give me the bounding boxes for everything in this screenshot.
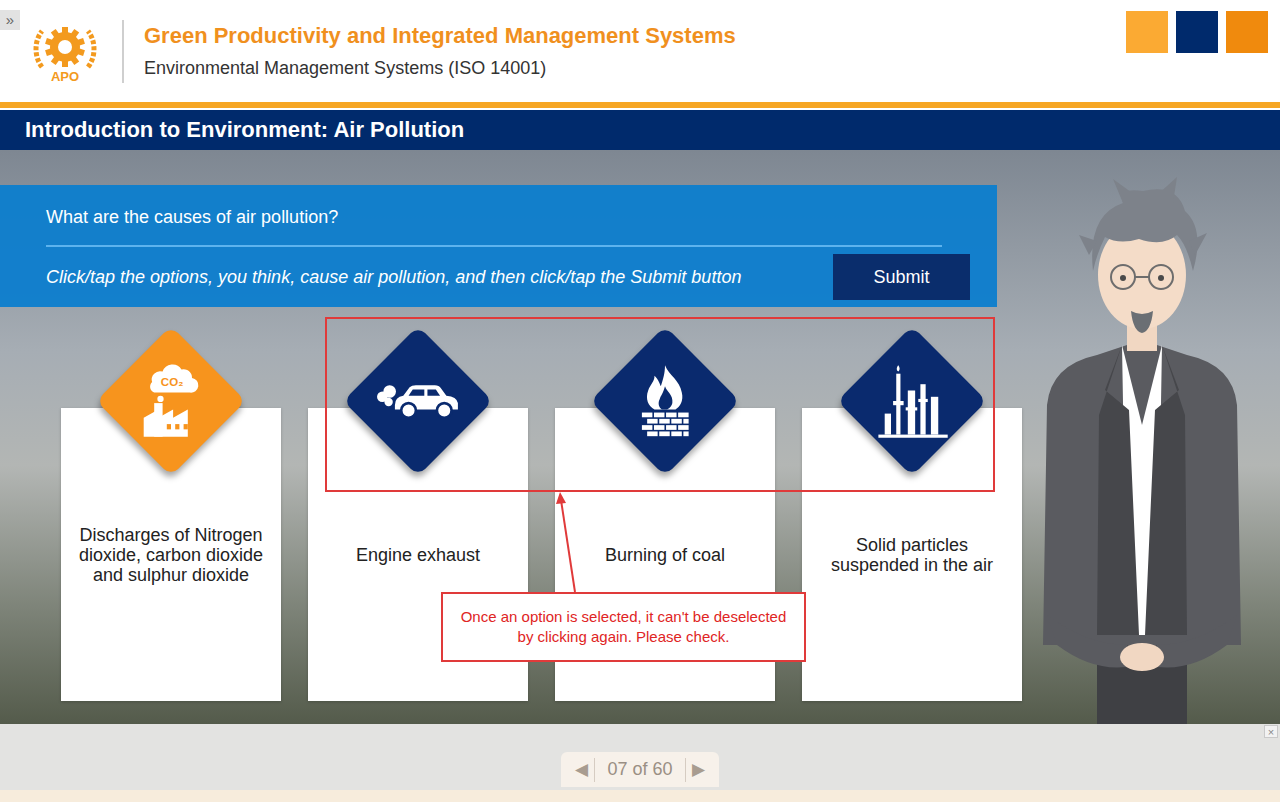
- option-diamond[interactable]: [343, 326, 493, 476]
- svg-text:CO₂: CO₂: [161, 376, 183, 388]
- option-label: Solid particles suspended in the air: [818, 535, 1006, 575]
- decor-square: [1126, 11, 1168, 53]
- instruction-row: Click/tap the options, you think, cause …: [46, 254, 970, 300]
- sidebar-toggle[interactable]: »: [0, 10, 20, 30]
- annotation-note: Once an option is selected, it can't be …: [441, 592, 806, 662]
- presenter-character-icon: [1027, 175, 1257, 724]
- option-diamond[interactable]: CO₂: [96, 326, 246, 476]
- option-card[interactable]: Solid particles suspended in the air: [802, 326, 1022, 701]
- burning-coal-icon: [623, 359, 707, 443]
- header-divider: [122, 20, 124, 83]
- option-label: Engine exhaust: [356, 545, 480, 565]
- option-diamond[interactable]: [590, 326, 740, 476]
- instruction-text: Click/tap the options, you think, cause …: [46, 267, 741, 288]
- course-title: Green Productivity and Integrated Manage…: [144, 23, 1126, 49]
- question-panel: What are the causes of air pollution? Cli…: [0, 185, 997, 307]
- refinery-icon: [870, 359, 954, 443]
- prev-button[interactable]: ◀: [569, 759, 594, 780]
- slide-title: Introduction to Environment: Air Polluti…: [0, 110, 1280, 150]
- course-slide: » APO Green Productivity and Integrated Ma…: [0, 0, 1280, 802]
- close-button[interactable]: ×: [1264, 725, 1278, 738]
- background-photo: What are the causes of air pollution? Cli…: [0, 150, 1280, 724]
- bottom-strip: [0, 790, 1280, 802]
- player-footer: ◀07 of 60▶ ×: [0, 724, 1280, 790]
- next-button[interactable]: ▶: [686, 759, 711, 780]
- decor-square: [1226, 11, 1268, 53]
- decor-square: [1176, 11, 1218, 53]
- apo-logo-icon: APO: [30, 17, 100, 85]
- factory-co2-icon: CO₂: [129, 359, 213, 443]
- submit-button[interactable]: Submit: [833, 254, 970, 300]
- course-titles: Green Productivity and Integrated Manage…: [144, 23, 1126, 79]
- decor-squares: [1126, 11, 1268, 53]
- question-text: What are the causes of air pollution?: [46, 205, 970, 229]
- option-label: Burning of coal: [605, 545, 725, 565]
- course-subtitle: Environmental Management Systems (ISO 14…: [144, 58, 1126, 79]
- question-divider: [46, 245, 942, 247]
- option-card[interactable]: CO₂ Discharges of Nitrogen dioxide, carbo…: [61, 326, 281, 701]
- slide-navigation: ◀07 of 60▶: [561, 752, 718, 787]
- option-diamond[interactable]: [837, 326, 987, 476]
- header-rule: [0, 102, 1280, 108]
- option-label: Discharges of Nitrogen dioxide, carbon d…: [77, 525, 265, 585]
- header: APO Green Productivity and Integrated Man…: [0, 0, 1280, 102]
- car-exhaust-icon: [376, 359, 460, 443]
- presenter-area: [997, 150, 1280, 724]
- svg-text:APO: APO: [51, 69, 79, 84]
- nav-divider: [594, 758, 595, 782]
- page-counter: 07 of 60: [595, 759, 684, 780]
